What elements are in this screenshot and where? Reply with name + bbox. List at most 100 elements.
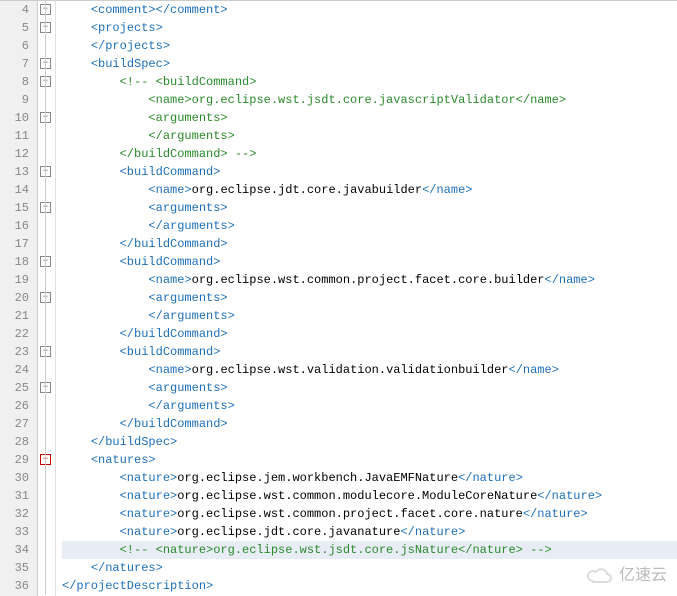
line-number: 22 [0, 325, 37, 343]
code-area[interactable]: <comment></comment> <projects> </project… [56, 1, 677, 596]
token-text: org.eclipse.jdt.core.javabuilder [192, 183, 422, 197]
code-line[interactable]: </projects> [62, 37, 677, 55]
token-comment: </buildCommand> --> [120, 147, 257, 161]
code-line[interactable]: <arguments> [62, 289, 677, 307]
line-number: 19 [0, 271, 37, 289]
line-number: 32 [0, 505, 37, 523]
token-tag: <buildCommand> [120, 255, 221, 269]
token-tag: <comment> [91, 3, 156, 17]
token-tag: <nature> [120, 525, 178, 539]
code-line[interactable]: <name>org.eclipse.wst.common.project.fac… [62, 271, 677, 289]
code-line[interactable]: <!-- <nature>org.eclipse.wst.jsdt.core.j… [62, 541, 677, 559]
token-tag: </projects> [91, 39, 170, 53]
token-tag: <arguments> [148, 291, 227, 305]
token-tag: <arguments> [148, 381, 227, 395]
code-line[interactable]: <arguments> [62, 199, 677, 217]
token-tag: <buildSpec> [91, 57, 170, 71]
token-tag: </buildCommand> [120, 237, 228, 251]
code-line[interactable]: <name>org.eclipse.jdt.core.javabuilder</… [62, 181, 677, 199]
code-line[interactable]: </buildCommand> [62, 325, 677, 343]
line-number: 6 [0, 37, 37, 55]
line-number: 25 [0, 379, 37, 397]
line-number: 35 [0, 559, 37, 577]
code-line[interactable]: </arguments> [62, 307, 677, 325]
token-tag: <projects> [91, 21, 163, 35]
token-text: org.eclipse.jdt.core.javanature [177, 525, 400, 539]
code-line[interactable]: </arguments> [62, 217, 677, 235]
code-line[interactable]: </arguments> [62, 397, 677, 415]
code-line[interactable]: <natures> [62, 451, 677, 469]
line-number: 24 [0, 361, 37, 379]
code-line[interactable]: <buildCommand> [62, 343, 677, 361]
token-tag: </nature> [400, 525, 465, 539]
code-line[interactable]: <buildSpec> [62, 55, 677, 73]
token-tag: </buildSpec> [91, 435, 177, 449]
code-line[interactable]: </buildSpec> [62, 433, 677, 451]
fold-gutter[interactable]: −−−−−−−−−−−− [38, 1, 56, 596]
line-number: 14 [0, 181, 37, 199]
code-line[interactable]: </projectDescription> [62, 577, 677, 595]
token-tag: <name> [148, 363, 191, 377]
token-tag: </nature> [537, 489, 602, 503]
code-line[interactable]: <buildCommand> [62, 253, 677, 271]
token-text: org.eclipse.wst.common.project.facet.cor… [177, 507, 523, 521]
token-tag: <buildCommand> [120, 165, 221, 179]
token-tag: </natures> [91, 561, 163, 575]
token-tag: </name> [422, 183, 472, 197]
code-line[interactable]: <nature>org.eclipse.jem.workbench.JavaEM… [62, 469, 677, 487]
token-tag: <arguments> [148, 201, 227, 215]
token-comment: <arguments> [148, 111, 227, 125]
code-line[interactable]: </buildCommand> --> [62, 145, 677, 163]
code-line[interactable]: </arguments> [62, 127, 677, 145]
code-line[interactable]: <comment></comment> [62, 1, 677, 19]
line-number: 15 [0, 199, 37, 217]
code-line[interactable]: <buildCommand> [62, 163, 677, 181]
token-text: org.eclipse.wst.common.modulecore.Module… [177, 489, 537, 503]
code-line[interactable]: </buildCommand> [62, 235, 677, 253]
line-number: 28 [0, 433, 37, 451]
line-number: 34 [0, 541, 37, 559]
line-number: 13 [0, 163, 37, 181]
line-number: 17 [0, 235, 37, 253]
line-number: 5 [0, 19, 37, 37]
code-editor[interactable]: 4567891011121314151617181920212223242526… [0, 0, 677, 596]
code-line[interactable]: <name>org.eclipse.wst.jsdt.core.javascri… [62, 91, 677, 109]
line-number: 20 [0, 289, 37, 307]
token-tag: <name> [148, 183, 191, 197]
line-number: 4 [0, 1, 37, 19]
token-tag: </nature> [523, 507, 588, 521]
token-tag: </name> [545, 273, 595, 287]
token-tag: </buildCommand> [120, 327, 228, 341]
token-tag: <name> [148, 273, 191, 287]
code-line[interactable]: <nature>org.eclipse.jdt.core.javanature<… [62, 523, 677, 541]
token-tag: </buildCommand> [120, 417, 228, 431]
line-number: 18 [0, 253, 37, 271]
code-line[interactable]: <!-- <buildCommand> [62, 73, 677, 91]
line-number: 12 [0, 145, 37, 163]
token-comment: <name>org.eclipse.wst.jsdt.core.javascri… [148, 93, 566, 107]
line-number: 9 [0, 91, 37, 109]
code-line[interactable]: <nature>org.eclipse.wst.common.modulecor… [62, 487, 677, 505]
code-line[interactable]: <projects> [62, 19, 677, 37]
token-text: org.eclipse.wst.validation.validationbui… [192, 363, 509, 377]
code-line[interactable]: </natures> [62, 559, 677, 577]
line-number: 8 [0, 73, 37, 91]
token-tag: <nature> [120, 507, 178, 521]
token-tag: </arguments> [148, 399, 234, 413]
line-number-gutter: 4567891011121314151617181920212223242526… [0, 1, 38, 596]
code-line[interactable]: <name>org.eclipse.wst.validation.validat… [62, 361, 677, 379]
line-number: 30 [0, 469, 37, 487]
line-number: 31 [0, 487, 37, 505]
token-tag: </comment> [156, 3, 228, 17]
code-line[interactable]: <nature>org.eclipse.wst.common.project.f… [62, 505, 677, 523]
line-number: 23 [0, 343, 37, 361]
code-line[interactable]: </buildCommand> [62, 415, 677, 433]
line-number: 7 [0, 55, 37, 73]
code-line[interactable]: <arguments> [62, 109, 677, 127]
line-number: 36 [0, 577, 37, 595]
token-tag: <buildCommand> [120, 345, 221, 359]
token-tag: <nature> [120, 471, 178, 485]
token-text: org.eclipse.wst.common.project.facet.cor… [192, 273, 545, 287]
code-line[interactable]: <arguments> [62, 379, 677, 397]
line-number: 26 [0, 397, 37, 415]
